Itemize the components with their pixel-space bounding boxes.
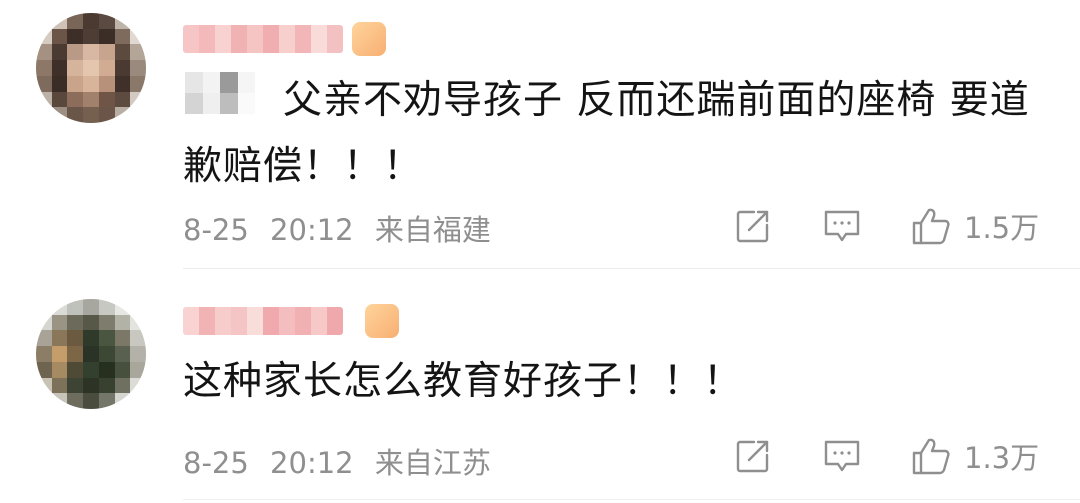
comment-location: 来自福建 — [374, 213, 491, 247]
comment-icon — [824, 210, 860, 242]
thumbs-up-icon — [912, 208, 950, 245]
comment-location: 来自江苏 — [374, 446, 491, 480]
share-icon — [736, 210, 769, 243]
share-icon — [736, 440, 769, 473]
comment-item: 父亲不劝导孩子 反而还踹前面的座椅 要道歉赔偿！！！ 8-25 20:12 来自… — [0, 0, 1080, 268]
username-blurred[interactable] — [183, 25, 343, 53]
thumbs-up-icon — [912, 438, 950, 475]
comment-divider — [183, 499, 1080, 500]
comment-actions: 1.3万 — [730, 434, 1050, 478]
member-badge-icon — [352, 22, 386, 56]
comment-text: 父亲不劝导孩子 反而还踹前面的座椅 要道歉赔偿！！！ — [183, 78, 1030, 189]
like-count: 1.3万 — [964, 441, 1040, 475]
share-button[interactable] — [734, 434, 772, 478]
reply-button[interactable] — [822, 434, 862, 478]
member-badge-icon — [365, 304, 399, 338]
comment-time: 20:12 — [270, 446, 354, 480]
share-button[interactable] — [734, 204, 772, 248]
avatar-mosaic — [36, 299, 146, 409]
comment-feed: 父亲不劝导孩子 反而还踹前面的座椅 要道歉赔偿！！！ 8-25 20:12 来自… — [0, 0, 1080, 503]
like-count: 1.5万 — [964, 211, 1040, 245]
comment-time: 20:12 — [270, 213, 354, 247]
comment-item: 这种家长怎么教育好孩子！！！ 8-25 20:12 来自江苏 1.3万 — [0, 268, 1080, 503]
avatar[interactable] — [36, 299, 146, 409]
comment-date: 8-25 — [183, 213, 249, 247]
comment-icon — [824, 440, 860, 472]
like-button[interactable]: 1.3万 — [910, 434, 1039, 478]
comment-meta: 8-25 20:12 来自江苏 — [183, 440, 491, 482]
avatar[interactable] — [36, 13, 146, 123]
comment-date: 8-25 — [183, 446, 249, 480]
comment-meta: 8-25 20:12 来自福建 — [183, 207, 491, 249]
comment-actions: 1.5万 — [730, 204, 1050, 248]
reply-button[interactable] — [822, 204, 862, 248]
avatar-mosaic — [36, 13, 146, 123]
username-blurred[interactable] — [183, 307, 343, 335]
like-button[interactable]: 1.5万 — [910, 204, 1039, 248]
comment-text: 这种家长怎么教育好孩子！！！ — [183, 359, 744, 404]
